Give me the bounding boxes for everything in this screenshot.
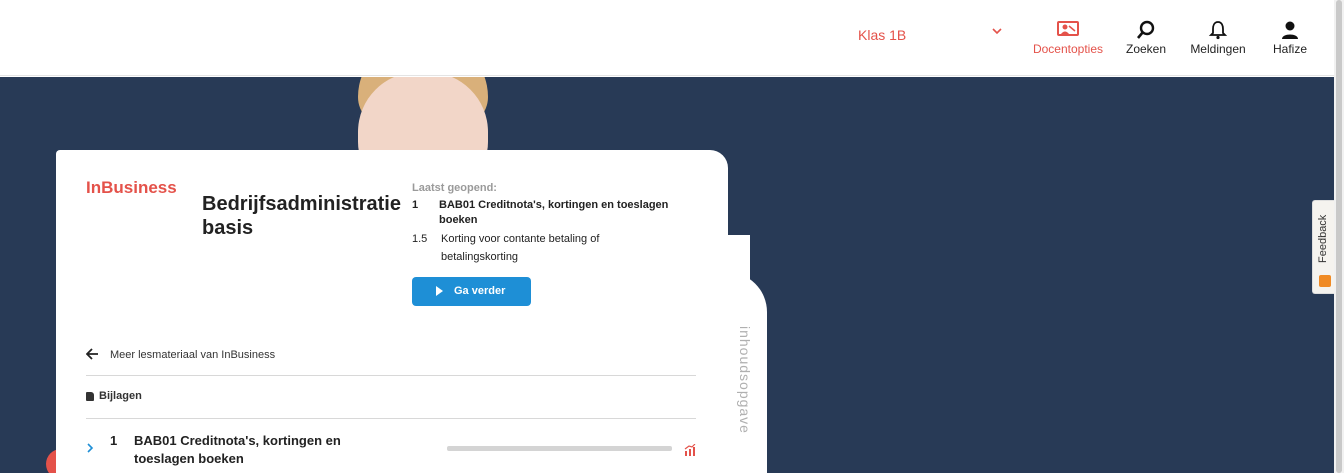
- arrow-left-icon: [85, 348, 99, 362]
- course-title: Bedrijfsadministratie basis: [202, 193, 401, 239]
- attachment-icon: [86, 392, 94, 401]
- feedback-widget-logo-icon: [1319, 275, 1331, 287]
- nav-label: Meldingen: [1190, 42, 1246, 56]
- table-of-contents-tab[interactable]: inhoudsopgave: [733, 326, 759, 451]
- class-select[interactable]: Klas 1B: [858, 26, 1004, 46]
- chapter-number: 1: [412, 199, 419, 211]
- nav-label: Zoeken: [1125, 42, 1167, 56]
- publisher-logo-text: InBusiness: [86, 178, 177, 197]
- chapter-title: BAB01 Creditnota's, kortingen en toeslag…: [134, 433, 341, 466]
- divider: [86, 375, 696, 376]
- search-icon: [1122, 20, 1170, 42]
- continue-button[interactable]: Ga verder: [412, 277, 531, 306]
- user-icon: [1270, 20, 1310, 42]
- chevron-right-icon[interactable]: [86, 441, 94, 457]
- chapter-title: BAB01 Creditnota's, kortingen en toeslag…: [439, 199, 669, 226]
- class-select-value: Klas 1B: [858, 27, 907, 43]
- progress-chart-icon[interactable]: [684, 443, 696, 456]
- section-title: Korting voor contante betaling of betali…: [441, 233, 600, 263]
- teacher-board-icon: [1030, 20, 1106, 42]
- divider: [86, 418, 696, 419]
- publisher-logo: InBusiness: [86, 178, 177, 198]
- chapter-row[interactable]: 1 BAB01 Creditnota's, kortingen en toesl…: [86, 432, 698, 472]
- nav-label: Docentopties: [1032, 42, 1104, 56]
- continue-button-label: Ga verder: [454, 285, 506, 297]
- top-bar: Klas 1B Docentopties Zoeken Meldingen Ha…: [0, 0, 1334, 76]
- play-icon: [436, 286, 443, 296]
- feedback-label: Feedback: [1317, 214, 1329, 263]
- page-scrollbar-thumb[interactable]: [1336, 0, 1342, 473]
- toc-tab-label: inhoudsopgave: [737, 326, 753, 434]
- nav-meldingen[interactable]: Meldingen: [1186, 20, 1250, 60]
- feedback-tab[interactable]: Feedback: [1312, 200, 1334, 294]
- chapter-progress-bar: [447, 446, 672, 451]
- last-opened-label: Laatst geopend:: [412, 182, 497, 194]
- nav-user-hafize[interactable]: Hafize: [1270, 20, 1310, 60]
- section-number: 1.5: [412, 233, 428, 245]
- bell-icon: [1186, 20, 1250, 42]
- more-material-label: Meer lesmateriaal van InBusiness: [110, 349, 276, 361]
- chevron-down-icon: [992, 27, 1002, 38]
- chapter-number: 1: [110, 433, 118, 448]
- nav-label: Hafize: [1272, 42, 1307, 56]
- nav-docentopties[interactable]: Docentopties: [1030, 20, 1106, 60]
- attachments-label: Bijlagen: [99, 390, 142, 402]
- nav-zoeken[interactable]: Zoeken: [1122, 20, 1170, 60]
